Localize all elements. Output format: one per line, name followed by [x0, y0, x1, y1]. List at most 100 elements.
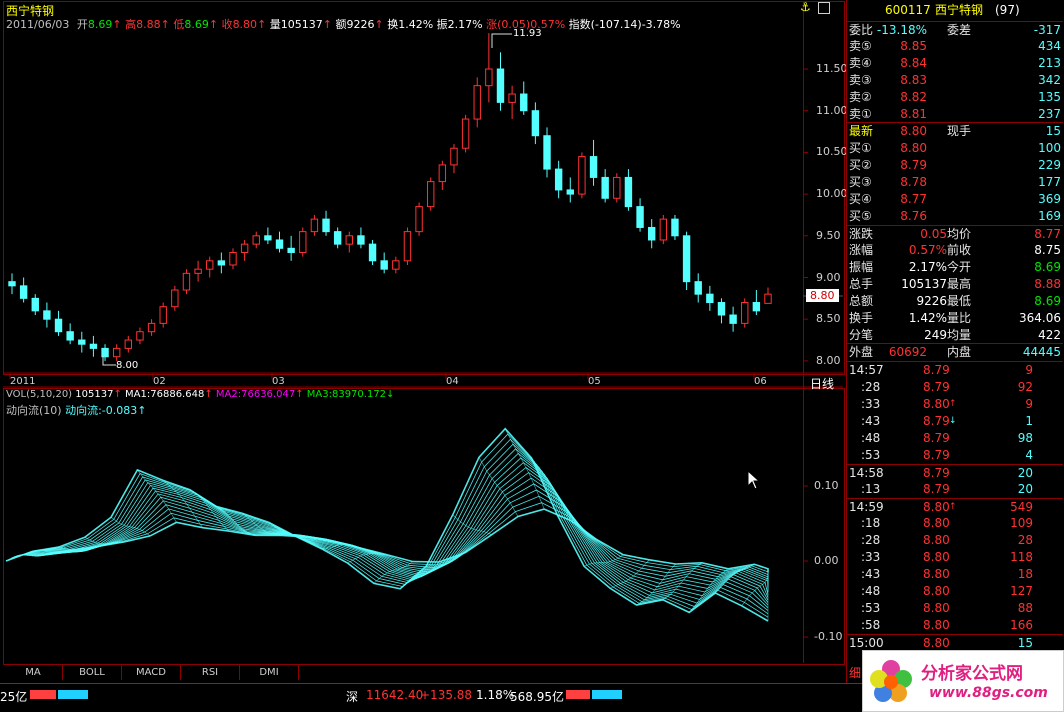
- tab-dmi[interactable]: DMI: [240, 665, 299, 680]
- bid-row: 买⑤ 8.76 169: [847, 208, 1063, 225]
- waipan-value: 60692: [888, 345, 927, 359]
- candle-body: [403, 231, 412, 262]
- candle-body: [182, 272, 191, 291]
- indicator-axis-label: 0.00: [814, 554, 839, 567]
- bid-row-volume: 100: [1038, 141, 1061, 155]
- candle-body: [124, 339, 133, 349]
- tick-volume: 118: [1010, 550, 1033, 564]
- ask-row-volume: 213: [1038, 56, 1061, 70]
- bid-row-volume: 229: [1038, 158, 1061, 172]
- tick-price: 8.80: [923, 550, 950, 564]
- index-label: 指数: [568, 18, 591, 31]
- ask-row-label: 卖④: [849, 56, 872, 70]
- tick-row: :48 8.80 127: [847, 583, 1063, 600]
- tick-volume: 28: [1017, 533, 1033, 547]
- tick-time: :48: [861, 584, 881, 598]
- vol-ma-line: VOL(5,10,20) 105137↑ MA1:76886.648↑ MA2:…: [6, 389, 394, 400]
- tick-arrow-icon: ↑: [949, 399, 957, 409]
- candle-body: [682, 235, 691, 283]
- candle-body: [392, 260, 400, 270]
- close-value: 8.80: [232, 18, 258, 31]
- up-arrow-icon: ↑: [160, 18, 170, 31]
- ask-row: 卖① 8.81 237: [847, 106, 1063, 123]
- chart-canvas[interactable]: [0, 0, 846, 664]
- price-axis-label: 10.50: [816, 145, 848, 159]
- tab-macd[interactable]: MACD: [122, 665, 181, 680]
- ask-row-volume: 237: [1038, 107, 1061, 121]
- candle-body: [136, 331, 144, 341]
- detail-tab[interactable]: 细: [849, 664, 861, 681]
- candle-body: [717, 302, 726, 316]
- vol-ma2: MA2:76636.047: [215, 389, 296, 400]
- candle-body: [322, 218, 330, 233]
- price-axis-label: 9.00: [816, 270, 841, 284]
- sz-index: 11642.40: [366, 688, 424, 702]
- ask-row-volume: 342: [1038, 73, 1061, 87]
- tick-time: :48: [861, 431, 881, 445]
- stat-label: 均量: [947, 328, 972, 342]
- tick-arrow-icon: ↓: [949, 416, 957, 426]
- tab-boll[interactable]: BOLL: [63, 665, 122, 680]
- bid-row: 买④ 8.77 369: [847, 191, 1063, 208]
- stat-label: 总额: [849, 294, 874, 308]
- turnover-label: 换: [387, 18, 399, 31]
- anchor-icon[interactable]: ⚓: [800, 0, 811, 14]
- bid-row-price: 8.77: [900, 192, 927, 206]
- tick-row: 14:57 8.79 9: [847, 362, 1063, 379]
- tick-price: 8.80: [923, 567, 950, 581]
- ask-row-price: 8.82: [900, 90, 927, 104]
- tab-rsi[interactable]: RSI: [181, 665, 240, 680]
- candle-body: [624, 176, 633, 208]
- bid-row-label: 买①: [849, 141, 872, 155]
- tick-volume: 1: [1025, 414, 1033, 428]
- last-row: 最新 8.80 现手 15: [847, 122, 1063, 140]
- tick-arrow-icon: ↑: [949, 502, 957, 512]
- bid-row-label: 买④: [849, 192, 872, 206]
- period-label[interactable]: 日线: [810, 375, 834, 392]
- up-arrow-icon: ↑: [113, 389, 122, 400]
- sz-change: +135.88: [420, 688, 473, 702]
- price-axis-label: 11.50: [816, 62, 848, 75]
- mouse-cursor-icon: [747, 470, 761, 490]
- tick-time: :58: [861, 618, 881, 632]
- ask-row-volume: 135: [1038, 90, 1061, 104]
- candle-body: [345, 235, 353, 245]
- candle-body: [578, 156, 586, 195]
- up-arrow-icon: ↑: [137, 404, 147, 417]
- tab-ma[interactable]: MA: [4, 665, 63, 680]
- max-price-annotation: 11.93: [513, 28, 542, 39]
- candle-body: [357, 235, 365, 245]
- candle-body: [287, 247, 295, 253]
- header-date: 2011/06/03: [6, 18, 70, 31]
- time-axis-label: 04: [446, 376, 459, 387]
- candle-body: [206, 260, 214, 270]
- ask-row: 卖⑤ 8.85 434: [847, 38, 1063, 55]
- candle-body: [240, 243, 249, 253]
- tick-list[interactable]: 14:57 8.79 9:28 8.79 92:33 8.80 ↑ 9:43 8.79 ↓ 1:48…: [847, 361, 1063, 650]
- candle-body: [229, 251, 237, 266]
- tick-row: 14:59 8.80 ↑ 549: [847, 498, 1063, 516]
- ask-row: 卖④ 8.84 213: [847, 55, 1063, 72]
- vol-label: 量: [269, 18, 281, 31]
- tick-volume: 4: [1025, 448, 1033, 462]
- min-price-annotation: 8.00: [116, 360, 139, 371]
- tick-price: 8.79: [923, 380, 950, 394]
- ask-row-price: 8.85: [900, 39, 927, 53]
- tick-row: :43 8.80 18: [847, 566, 1063, 583]
- sz-breadth-bar-cyan: [592, 690, 622, 699]
- tick-price: 8.80: [923, 533, 950, 547]
- tick-time: :33: [861, 550, 881, 564]
- candle-body: [520, 93, 528, 112]
- candle-body: [112, 347, 121, 358]
- candle-body: [764, 293, 772, 304]
- up-arrow-icon: ↑: [204, 389, 213, 400]
- candle-body: [415, 206, 423, 233]
- tick-volume: 88: [1017, 601, 1033, 615]
- tick-row: :33 8.80 118: [847, 549, 1063, 566]
- ask-row-label: 卖②: [849, 90, 872, 104]
- candle-body: [299, 231, 307, 253]
- tick-price: 8.80: [923, 601, 950, 615]
- candle-body: [496, 68, 505, 103]
- stat-row: 振幅 2.17% 今开 8.69: [847, 259, 1063, 276]
- window-restore-icon[interactable]: [818, 2, 830, 14]
